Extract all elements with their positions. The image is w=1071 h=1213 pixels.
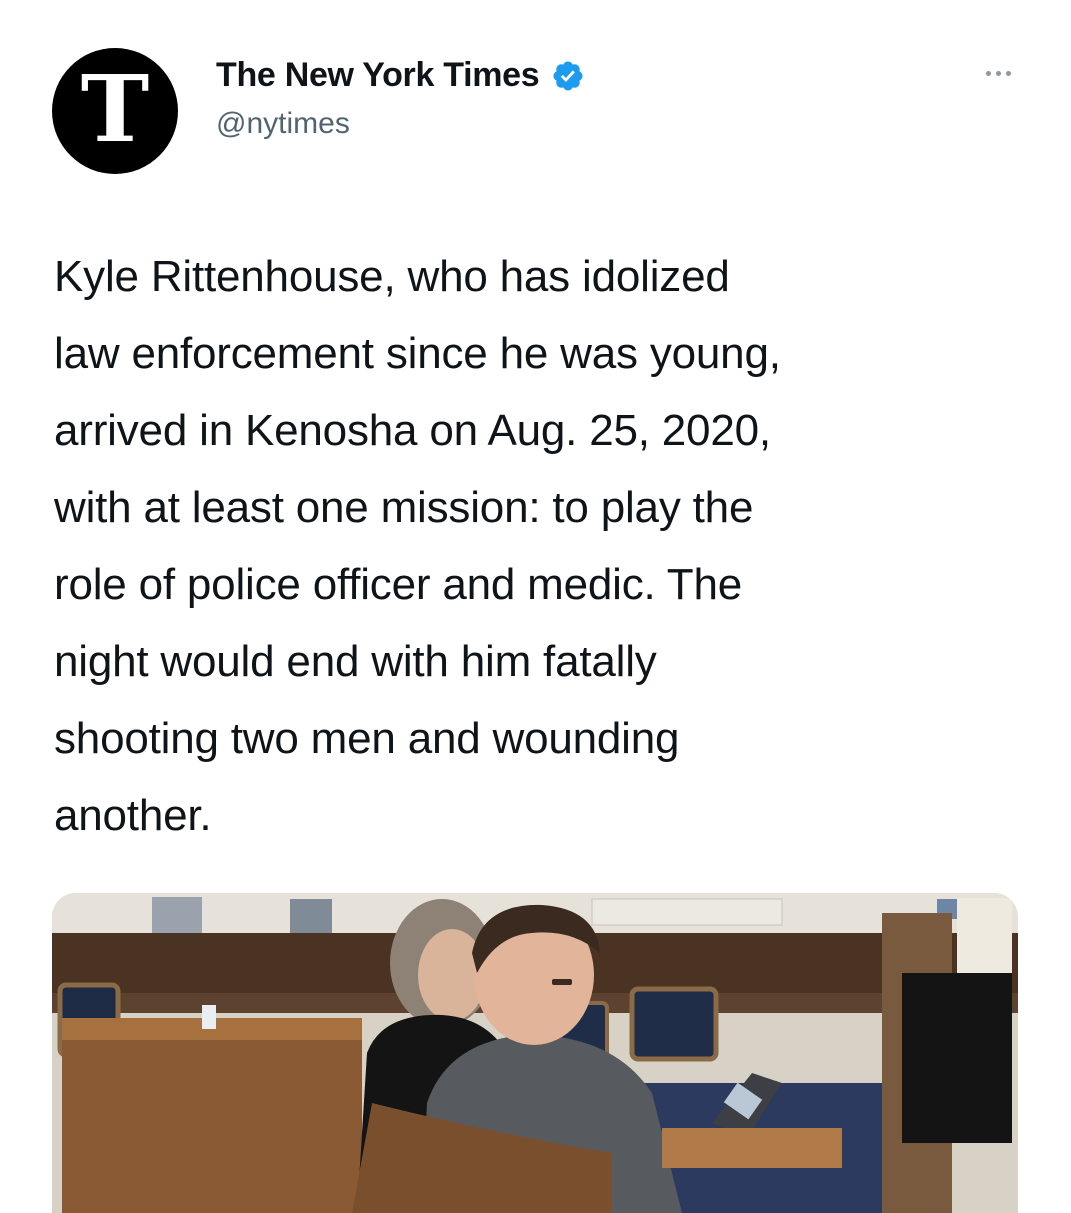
tweet-text: Kyle Rittenhouse, who has idolized law e… bbox=[54, 252, 781, 840]
more-options-dot bbox=[1005, 70, 1011, 76]
more-options-dot bbox=[995, 70, 1001, 76]
nyt-logo-icon: T bbox=[80, 55, 150, 163]
author-display-name[interactable]: The New York Times bbox=[216, 56, 540, 95]
author-avatar[interactable]: T bbox=[52, 48, 178, 174]
verified-badge-icon bbox=[553, 60, 583, 91]
tweet-media-photo[interactable] bbox=[52, 893, 1018, 1213]
author-handle[interactable]: @nytimes bbox=[216, 107, 585, 141]
tweet-card: T The New York Times @nytimes Kyle Ritte… bbox=[0, 0, 1071, 1213]
courtroom-photo bbox=[52, 893, 1018, 1213]
more-options-icon bbox=[985, 70, 991, 76]
author-identity: The New York Times @nytimes bbox=[216, 56, 585, 141]
more-options-button[interactable] bbox=[968, 58, 1028, 88]
author-name-row: The New York Times bbox=[216, 56, 585, 95]
